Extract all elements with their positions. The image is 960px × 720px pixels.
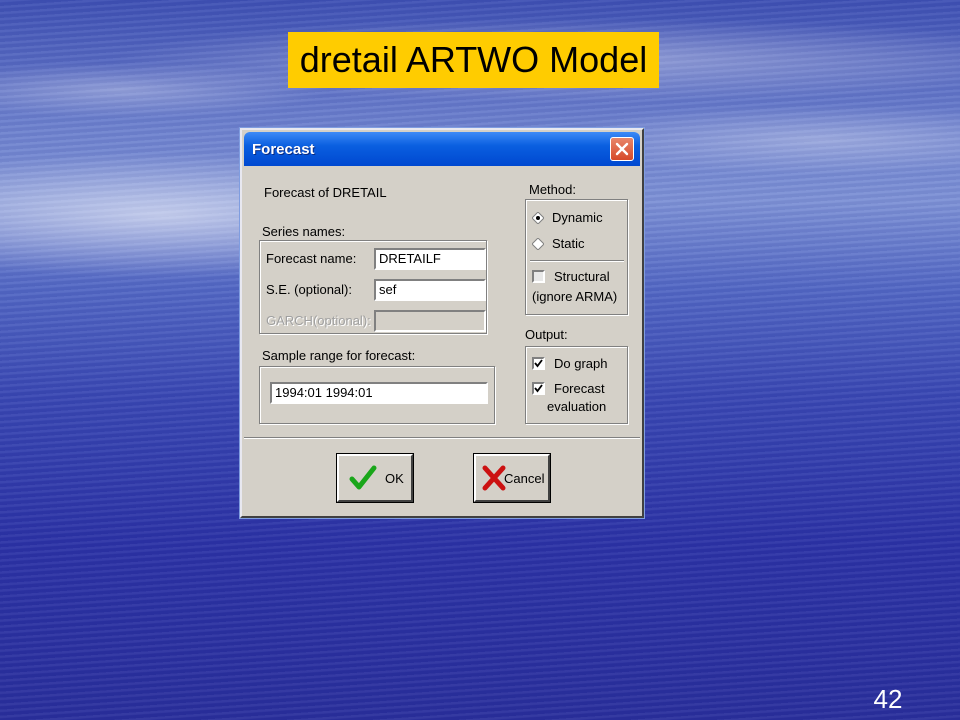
- check-icon: [349, 465, 377, 490]
- output-group: Do graph Forecast evaluation: [525, 346, 628, 424]
- method-dynamic-label: Dynamic: [552, 210, 603, 225]
- forecast-evaluation-checkbox-row[interactable]: Forecast evaluation: [532, 380, 624, 418]
- slide-page-number: 42: [873, 684, 903, 714]
- button-separator: [244, 437, 640, 439]
- method-label: Method:: [529, 182, 576, 197]
- checkmark-icon: [534, 384, 543, 393]
- se-label: S.E. (optional):: [266, 282, 352, 297]
- cancel-button[interactable]: Cancel: [473, 453, 551, 503]
- method-option-static[interactable]: Static: [532, 235, 622, 253]
- radio-unselected-icon: [532, 238, 544, 250]
- sample-range-input[interactable]: 1994:01 1994:01: [270, 382, 488, 404]
- series-names-label: Series names:: [262, 224, 346, 239]
- cancel-label: Cancel: [504, 471, 545, 486]
- forecast-evaluation-label: Forecast: [554, 381, 605, 396]
- ok-button[interactable]: OK: [336, 453, 414, 503]
- checkmark-icon: [534, 359, 543, 368]
- dialog-titlebar[interactable]: Forecast: [244, 132, 640, 166]
- sample-range-label: Sample range for forecast:: [262, 348, 416, 363]
- method-group: Dynamic Static Structural (ignore ARMA): [525, 199, 628, 315]
- series-names-group: Forecast name: DRETAILF S.E. (optional):…: [259, 240, 487, 334]
- garch-input: [374, 310, 486, 332]
- ok-label: OK: [385, 471, 404, 486]
- forecast-evaluation-checkbox[interactable]: [532, 382, 545, 395]
- structural-sub-label: (ignore ARMA): [532, 289, 618, 304]
- close-icon: [615, 142, 629, 156]
- method-divider: [530, 260, 624, 262]
- structural-checkbox-row[interactable]: Structural (ignore ARMA): [532, 268, 626, 308]
- forecast-dialog: Forecast Forecast of DRETAIL Series name…: [240, 128, 644, 518]
- forecast-evaluation-label-2: evaluation: [547, 399, 607, 414]
- output-label: Output:: [525, 327, 568, 342]
- structural-label: Structural: [554, 269, 610, 284]
- sample-range-group: 1994:01 1994:01: [259, 366, 495, 424]
- slide-title: dretail ARTWO Model: [288, 32, 659, 88]
- radio-selected-icon: [532, 212, 544, 224]
- dialog-title: Forecast: [252, 141, 315, 158]
- do-graph-checkbox-row[interactable]: Do graph: [532, 355, 624, 373]
- forecast-of-label: Forecast of DRETAIL: [264, 185, 387, 200]
- method-static-label: Static: [552, 236, 585, 251]
- forecast-name-input[interactable]: DRETAILF: [374, 248, 486, 270]
- do-graph-checkbox[interactable]: [532, 357, 545, 370]
- garch-label: GARCH(optional):: [266, 313, 371, 328]
- structural-checkbox[interactable]: [532, 270, 545, 283]
- do-graph-label: Do graph: [554, 356, 608, 371]
- se-input[interactable]: sef: [374, 279, 486, 301]
- method-option-dynamic[interactable]: Dynamic: [532, 209, 622, 227]
- close-button[interactable]: [610, 137, 634, 161]
- forecast-name-label: Forecast name:: [266, 251, 357, 266]
